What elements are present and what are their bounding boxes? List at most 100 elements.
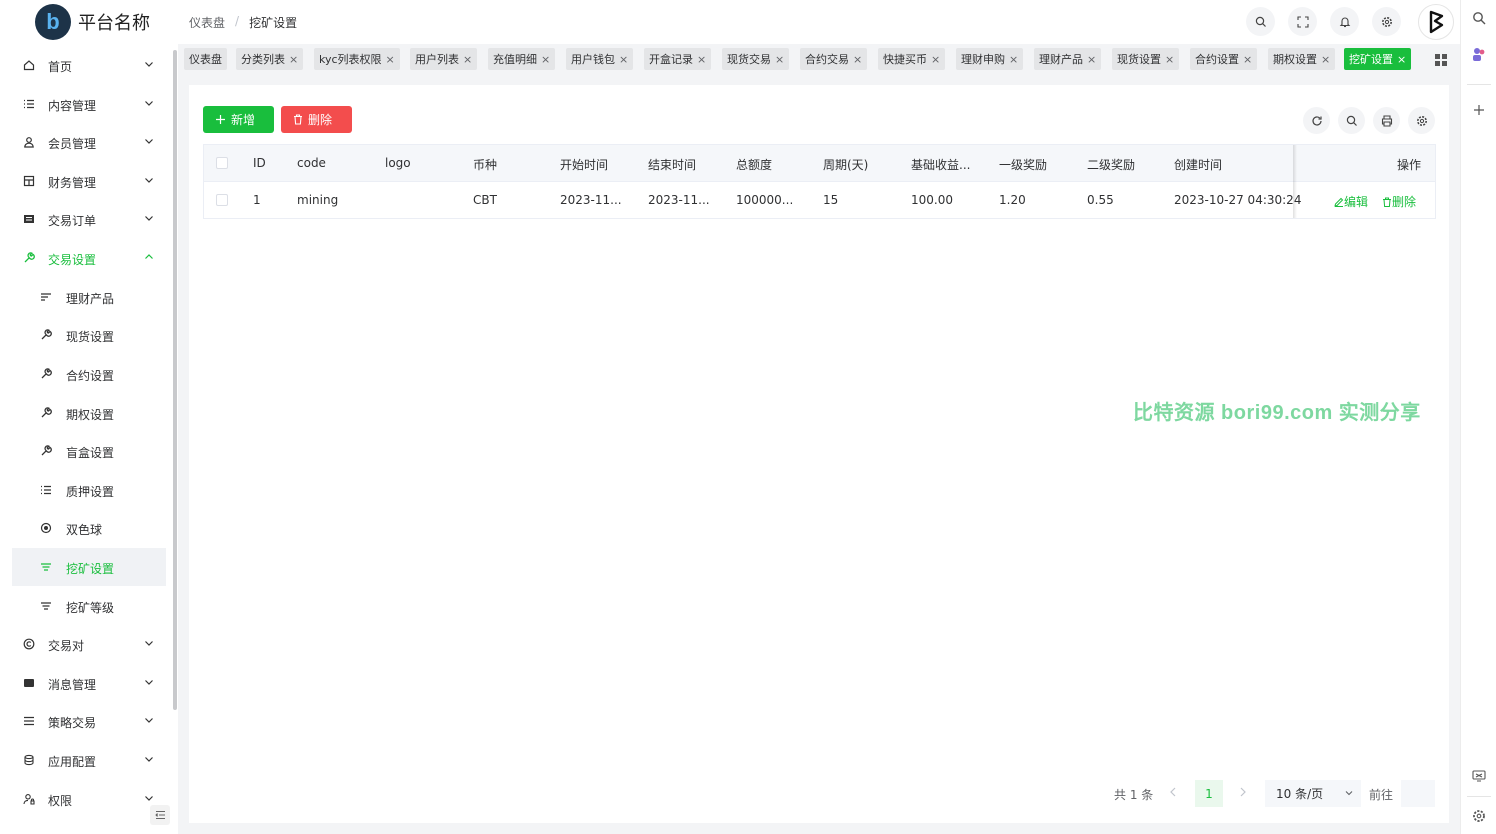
column-header[interactable]: 基础收益... (911, 156, 970, 173)
sidebar-item-orders[interactable]: 交易订单 (0, 200, 170, 238)
tab-spot-trade[interactable]: 现货交易 × (722, 48, 790, 70)
column-header[interactable]: 二级奖励 (1087, 156, 1135, 173)
print-button[interactable] (1373, 107, 1400, 134)
sidebar-collapse-button[interactable] (150, 805, 170, 825)
page-size-select[interactable]: 10 条/页 (1265, 780, 1361, 807)
column-header[interactable]: 创建时间 (1174, 156, 1222, 173)
pagination-total: 共 1 条 (1114, 788, 1154, 802)
sidebar-subitem-lottery[interactable]: 双色球 (0, 509, 170, 547)
sidebar-subitem-staking-settings[interactable]: 质押设置 (0, 471, 170, 509)
tab-quick-buy[interactable]: 快捷买币 × (878, 48, 946, 70)
column-settings-button[interactable] (1408, 107, 1435, 134)
tab-user-list[interactable]: 用户列表 × (410, 48, 478, 70)
breadcrumb-item[interactable]: 仪表盘 (189, 14, 225, 31)
sidebar-subitem-mining-settings[interactable]: 挖矿设置 (12, 548, 166, 586)
close-icon[interactable]: × (697, 53, 706, 66)
rail-settings-button[interactable] (1471, 808, 1487, 824)
tab-box-records[interactable]: 开盒记录 × (644, 48, 712, 70)
rail-app-button[interactable] (1471, 46, 1487, 62)
sidebar-subitem-mining-levels[interactable]: 挖矿等级 (0, 587, 170, 625)
rail-add-button[interactable] (1471, 102, 1487, 118)
close-icon[interactable]: × (775, 53, 784, 66)
close-icon[interactable]: × (619, 53, 628, 66)
close-icon[interactable]: × (931, 53, 940, 66)
tab-kyc-permissions[interactable]: kyc列表权限 × (314, 48, 400, 70)
rail-screenshot-button[interactable] (1471, 768, 1487, 784)
settings-button[interactable] (1372, 7, 1401, 36)
edit-icon (1334, 197, 1344, 207)
tab-finance-purchase[interactable]: 理财申购 × (956, 48, 1024, 70)
column-header[interactable]: 周期(天) (823, 156, 868, 173)
sidebar-scrollbar[interactable] (173, 50, 177, 710)
tab-deposit-details[interactable]: 充值明细 × (488, 48, 556, 70)
sidebar-subitem-finance-products[interactable]: 理财产品 (0, 278, 170, 316)
sidebar-item-strategy[interactable]: 策略交易 (0, 702, 170, 740)
pagination-next-button[interactable] (1238, 786, 1248, 813)
sidebar-subitem-blindbox-settings[interactable]: 盲盒设置 (0, 432, 170, 470)
close-icon[interactable]: × (1321, 53, 1330, 66)
tabs-menu-button[interactable] (1435, 54, 1447, 66)
close-icon[interactable]: × (1009, 53, 1018, 66)
column-header[interactable]: 一级奖励 (999, 156, 1047, 173)
column-header[interactable]: 总额度 (736, 156, 772, 173)
edit-link[interactable]: 编辑 (1334, 193, 1368, 210)
column-header[interactable]: 币种 (473, 156, 497, 173)
tab-option-settings[interactable]: 期权设置 × (1268, 48, 1336, 70)
sidebar-item-trade-settings[interactable]: 交易设置 (0, 239, 170, 277)
refresh-icon (1311, 115, 1322, 126)
user-avatar[interactable] (1418, 4, 1454, 40)
column-header[interactable]: 开始时间 (560, 156, 608, 173)
tab-spot-settings[interactable]: 现货设置 × (1112, 48, 1180, 70)
close-icon[interactable]: × (853, 53, 862, 66)
sidebar-subitem-option-settings[interactable]: 期权设置 (0, 394, 170, 432)
notification-button[interactable] (1330, 7, 1359, 36)
close-icon[interactable]: × (289, 53, 298, 66)
sidebar-item-label: 内容管理 (48, 99, 97, 113)
header-search-button[interactable] (1246, 7, 1275, 36)
close-icon[interactable]: × (386, 53, 395, 66)
add-button[interactable]: 新增 (203, 106, 274, 133)
sidebar-item-label: 会员管理 (48, 137, 97, 151)
close-icon[interactable]: × (1087, 53, 1096, 66)
chevron-down-icon (143, 753, 155, 765)
column-header[interactable]: code (297, 156, 326, 170)
sidebar-item-home[interactable]: 首页 (0, 46, 170, 84)
tab-category-list[interactable]: 分类列表 × (236, 48, 304, 70)
column-header[interactable]: logo (385, 156, 411, 170)
table-search-button[interactable] (1338, 107, 1365, 134)
close-icon[interactable]: × (1165, 53, 1174, 66)
refresh-button[interactable] (1303, 107, 1330, 134)
sidebar-item-members[interactable]: 会员管理 (0, 123, 170, 161)
close-icon[interactable]: × (541, 53, 550, 66)
brand-logo[interactable]: b (35, 4, 71, 40)
column-header[interactable]: 结束时间 (648, 156, 696, 173)
delete-link[interactable]: 删除 (1382, 193, 1416, 210)
close-icon[interactable]: × (1397, 53, 1406, 66)
sidebar-subitem-spot-settings[interactable]: 现货设置 (0, 316, 170, 354)
tab-contract-trade[interactable]: 合约交易 × (800, 48, 868, 70)
select-all-checkbox[interactable] (216, 157, 228, 169)
tab-finance-products[interactable]: 理财产品 × (1034, 48, 1102, 70)
rail-search-button[interactable] (1471, 10, 1487, 26)
pagination-page-current[interactable]: 1 (1195, 780, 1223, 807)
delete-button[interactable]: 删除 (281, 106, 352, 133)
pagination-goto-input[interactable] (1401, 780, 1435, 807)
row-checkbox[interactable] (216, 194, 228, 206)
tab-user-wallet[interactable]: 用户钱包 × (566, 48, 634, 70)
fullscreen-button[interactable] (1288, 7, 1317, 36)
sidebar-item-finance[interactable]: 财务管理 (0, 162, 170, 200)
sidebar-item-trading-pairs[interactable]: 交易对 (0, 625, 170, 663)
tab-mining-settings[interactable]: 挖矿设置 × (1344, 48, 1412, 70)
pagination-prev-button[interactable] (1168, 786, 1178, 813)
sidebar-item-content[interactable]: 内容管理 (0, 85, 170, 123)
sidebar-subitem-contract-settings[interactable]: 合约设置 (0, 355, 170, 393)
sidebar-item-permissions[interactable]: 权限 (0, 780, 170, 818)
column-header[interactable]: ID (253, 156, 266, 170)
close-icon[interactable]: × (463, 53, 472, 66)
sidebar-item-app-config[interactable]: 应用配置 (0, 741, 170, 779)
wrench-icon (39, 406, 52, 419)
tab-dashboard[interactable]: 仪表盘 (184, 48, 227, 70)
close-icon[interactable]: × (1243, 53, 1252, 66)
sidebar-item-messages[interactable]: 消息管理 (0, 664, 170, 702)
tab-contract-settings[interactable]: 合约设置 × (1190, 48, 1258, 70)
